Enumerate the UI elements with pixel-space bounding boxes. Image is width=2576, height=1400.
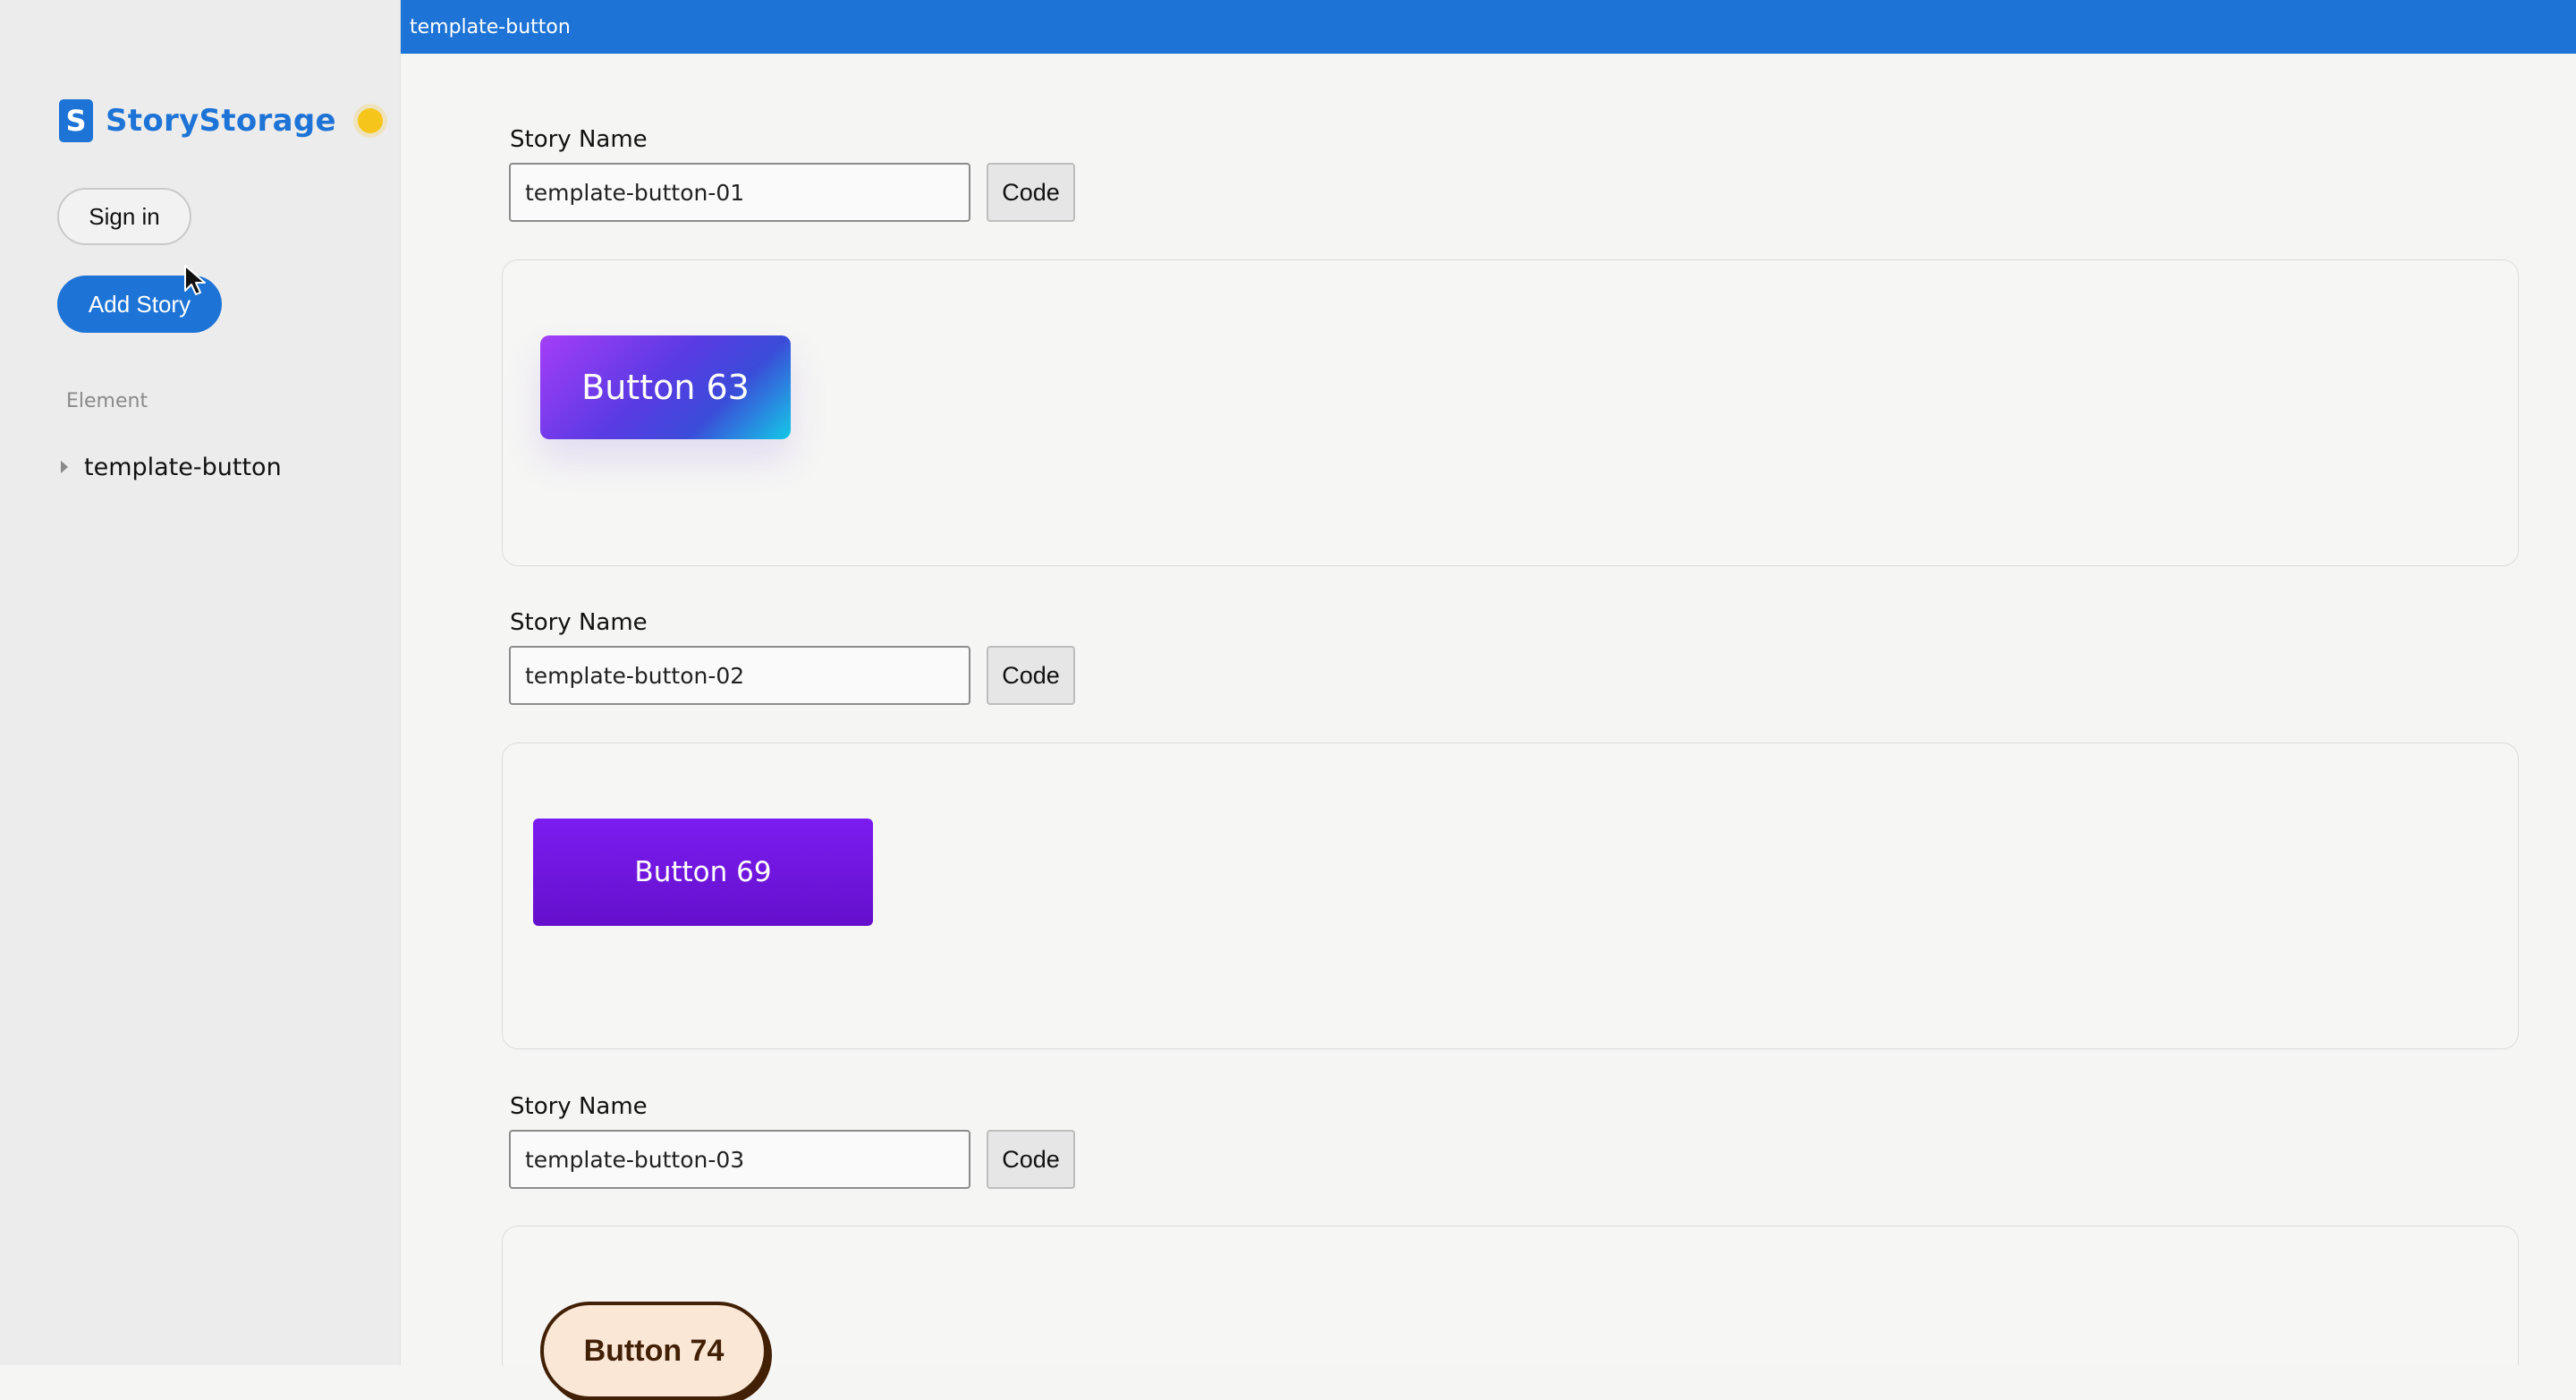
page-header: template-button [401,0,2576,54]
page-title: template-button [410,15,571,38]
preview-button[interactable]: Button 74 [540,1302,767,1400]
sidebar-item-template-button[interactable]: template-button [57,449,282,485]
sidebar: S StoryStorage Sign in Add Story Element… [0,0,401,1365]
code-button[interactable]: Code [987,163,1075,222]
sidebar-item-label: template-button [84,453,282,481]
story-name-label: Story Name [510,1093,648,1120]
storystorage-logo-icon: S [59,99,93,142]
story-name-input[interactable]: template-button-03 [509,1130,970,1189]
story-name-input[interactable]: template-button-02 [509,646,970,705]
story-name-label: Story Name [510,126,648,153]
code-button[interactable]: Code [987,646,1075,705]
story-preview [502,259,2519,566]
story-preview [502,1226,2519,1365]
code-button[interactable]: Code [987,1130,1075,1189]
sign-in-button[interactable]: Sign in [57,188,191,245]
story-name-input[interactable]: template-button-01 [509,163,970,222]
sun-icon[interactable] [357,108,383,133]
sidebar-section-label: Element [66,390,148,412]
story-name-label: Story Name [510,609,648,636]
preview-button[interactable]: Button 63 [540,335,791,439]
app-name: StoryStorage [106,103,336,139]
app-logo[interactable]: S StoryStorage [59,98,383,143]
caret-right-icon[interactable] [61,461,68,473]
preview-button[interactable]: Button 69 [533,819,873,926]
mouse-cursor-icon [184,265,206,295]
